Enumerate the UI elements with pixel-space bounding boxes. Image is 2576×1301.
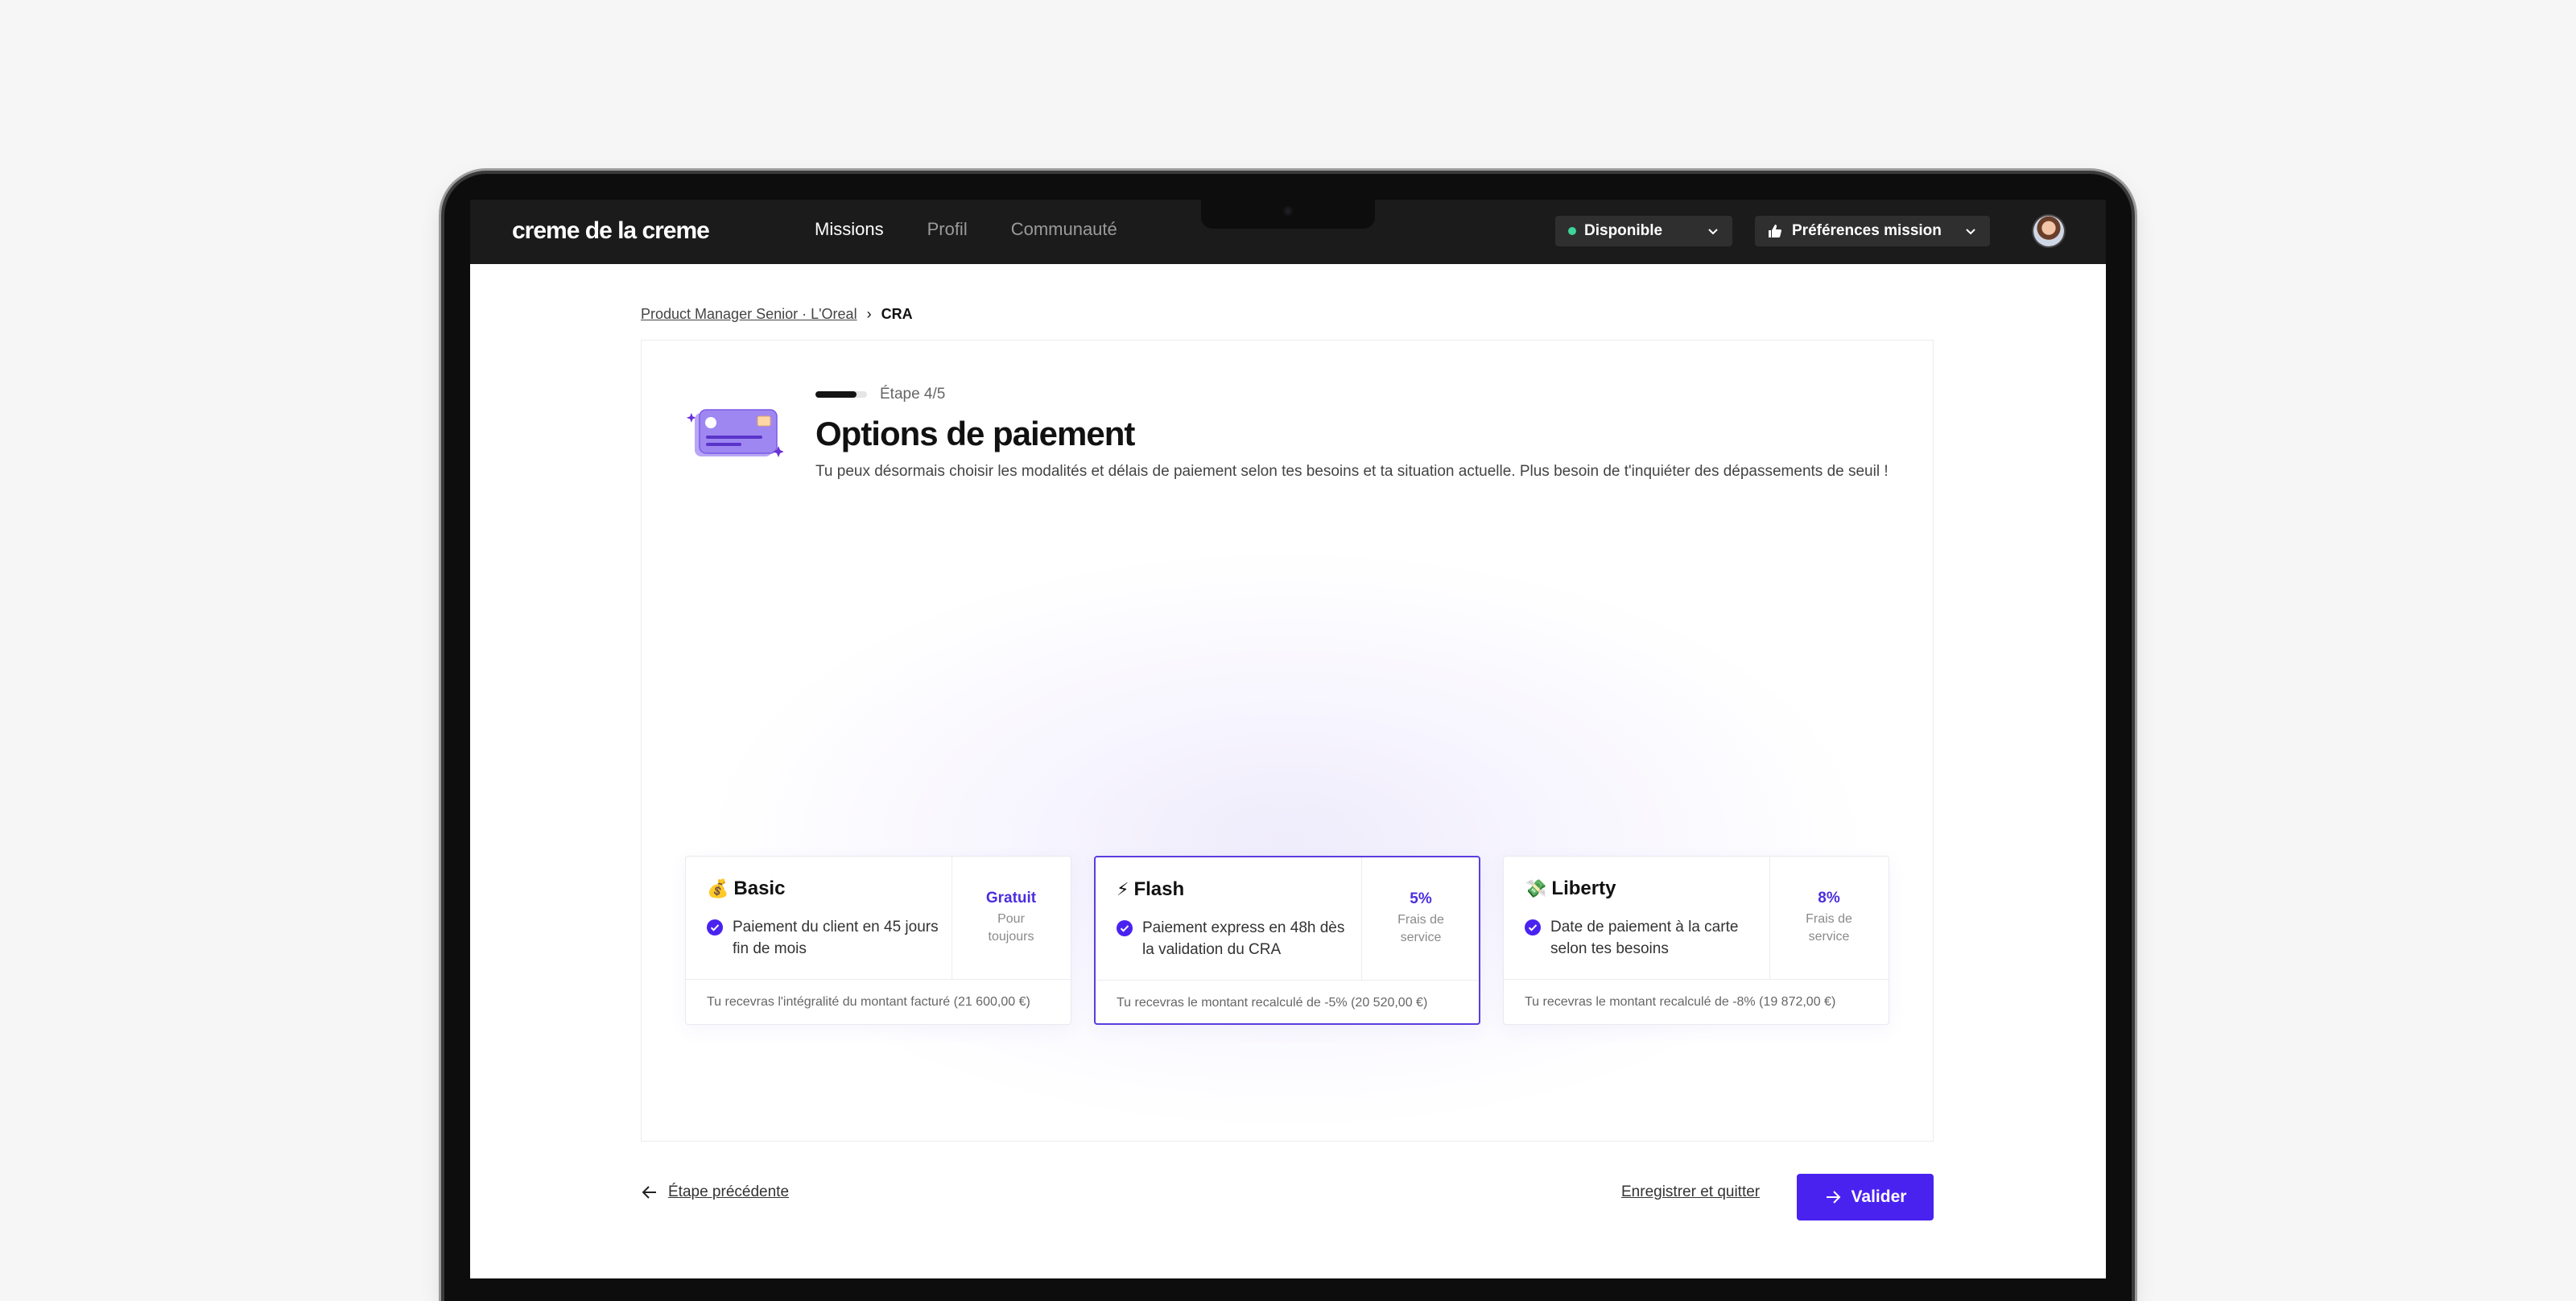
status-dot-icon xyxy=(1568,227,1576,235)
nav-profil[interactable]: Profil xyxy=(927,219,968,240)
breadcrumb-current: CRA xyxy=(881,306,913,322)
option-title: 💸 Liberty xyxy=(1525,878,1616,900)
thumbs-up-icon xyxy=(1768,224,1782,238)
option-feature: Paiement du client en 45 jours fin de mo… xyxy=(707,916,940,960)
step-progress-fill xyxy=(815,391,857,398)
price-value: 8% xyxy=(1818,890,1840,907)
nav-communaute[interactable]: Communauté xyxy=(1011,219,1117,240)
price-caption: Frais de service xyxy=(1806,912,1852,944)
step-indicator: Étape 4/5 xyxy=(815,386,945,403)
camera-notch xyxy=(1201,200,1375,229)
check-circle-icon xyxy=(1117,920,1133,936)
money-wings-icon: 💸 xyxy=(1525,878,1547,898)
mission-preferences-dropdown[interactable]: Préférences mission xyxy=(1755,216,1990,246)
option-name: Liberty xyxy=(1551,878,1616,899)
price-value: 5% xyxy=(1410,890,1432,907)
options-area: 💰 Basic Paiement du client en 45 jours f… xyxy=(642,511,1933,1141)
option-price: 8% Frais de service xyxy=(1769,857,1889,979)
option-footer: Tu recevras le montant recalculé de -8% … xyxy=(1504,979,1889,1024)
breadcrumb-separator-icon: › xyxy=(866,306,872,322)
arrow-right-icon xyxy=(1826,1191,1840,1204)
previous-step-label: Étape précédente xyxy=(668,1183,790,1200)
money-bag-icon: 💰 xyxy=(707,878,729,898)
validate-label: Valider xyxy=(1851,1187,1907,1206)
option-feature-text: Paiement express en 48h dès la validatio… xyxy=(1142,919,1345,958)
option-card-liberty[interactable]: 💸 Liberty Date de paiement à la carte se… xyxy=(1503,856,1889,1025)
option-name: Basic xyxy=(733,878,786,899)
previous-step-link[interactable]: Étape précédente xyxy=(641,1183,789,1201)
price-caption: Frais de service xyxy=(1397,913,1444,944)
check-circle-icon xyxy=(1525,919,1541,935)
option-price: 5% Frais de service xyxy=(1361,857,1480,980)
chevron-down-icon xyxy=(1708,229,1718,235)
option-feature: Paiement express en 48h dès la validatio… xyxy=(1117,917,1350,960)
option-name: Flash xyxy=(1133,878,1185,900)
check-circle-icon xyxy=(707,919,723,935)
card-header: Étape 4/5 Options de paiement Tu peux dé… xyxy=(642,341,1933,512)
chevron-down-icon xyxy=(1966,229,1975,235)
option-main: 💰 Basic Paiement du client en 45 jours f… xyxy=(686,857,952,979)
breadcrumb: Product Manager Senior · L'Oreal › CRA xyxy=(641,306,913,323)
avatar[interactable] xyxy=(2033,216,2064,246)
logo[interactable]: creme de la creme xyxy=(512,217,710,245)
camera-icon xyxy=(1283,206,1293,216)
step-progress-bar xyxy=(815,391,867,398)
payment-options-card: Étape 4/5 Options de paiement Tu peux dé… xyxy=(641,340,1934,1142)
main-nav: Missions Profil Communauté xyxy=(815,219,1117,240)
option-title: 💰 Basic xyxy=(707,878,785,900)
option-feature-text: Paiement du client en 45 jours fin de mo… xyxy=(733,919,939,957)
credit-card-illustration-icon xyxy=(686,409,783,457)
page-title: Options de paiement xyxy=(815,415,1135,452)
validate-button[interactable]: Valider xyxy=(1797,1174,1934,1220)
option-footer: Tu recevras l'intégralité du montant fac… xyxy=(686,979,1071,1024)
breadcrumb-mission-link[interactable]: Product Manager Senior · L'Oreal xyxy=(641,306,857,323)
app-screen: creme de la creme Missions Profil Commun… xyxy=(470,200,2106,1278)
availability-dropdown[interactable]: Disponible xyxy=(1555,216,1732,246)
option-feature-text: Date de paiement à la carte selon tes be… xyxy=(1550,919,1739,957)
page-subtitle: Tu peux désormais choisir les modalités … xyxy=(815,463,1889,480)
price-value: Gratuit xyxy=(985,890,1037,907)
lightning-icon: ⚡ xyxy=(1117,879,1129,899)
availability-label: Disponible xyxy=(1584,222,1663,239)
preferences-label: Préférences mission xyxy=(1792,222,1942,239)
nav-missions[interactable]: Missions xyxy=(815,219,884,240)
arrow-left-icon xyxy=(642,1186,656,1199)
option-main: ⚡ Flash Paiement express en 48h dès la v… xyxy=(1096,857,1362,980)
option-footer: Tu recevras le montant recalculé de -5% … xyxy=(1096,980,1479,1025)
step-label: Étape 4/5 xyxy=(880,386,946,403)
option-card-basic[interactable]: 💰 Basic Paiement du client en 45 jours f… xyxy=(685,856,1071,1025)
option-main: 💸 Liberty Date de paiement à la carte se… xyxy=(1504,857,1770,979)
option-title: ⚡ Flash xyxy=(1117,878,1184,901)
price-caption: Pour toujours xyxy=(988,912,1034,944)
option-price: Gratuit Pour toujours xyxy=(952,857,1071,979)
option-feature: Date de paiement à la carte selon tes be… xyxy=(1525,916,1758,960)
save-and-quit-link[interactable]: Enregistrer et quitter xyxy=(1621,1183,1760,1201)
option-card-flash[interactable]: ⚡ Flash Paiement express en 48h dès la v… xyxy=(1094,856,1480,1025)
